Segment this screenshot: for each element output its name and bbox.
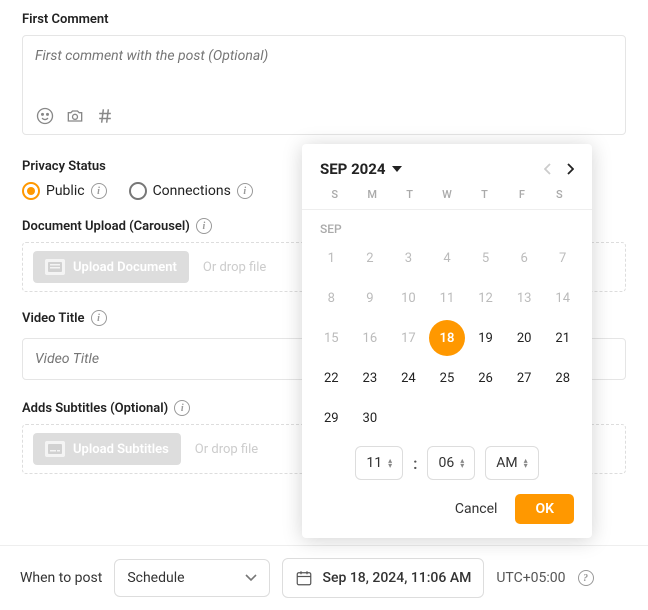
drop-hint: Or drop file — [203, 260, 266, 275]
calendar-day[interactable]: 25 — [429, 360, 465, 396]
caret-down-icon — [392, 166, 402, 172]
calendar-day[interactable]: 24 — [390, 360, 426, 396]
calendar-day[interactable]: 3 — [390, 240, 426, 276]
privacy-connections-radio[interactable]: Connections i — [129, 182, 253, 200]
upload-document-button[interactable]: Upload Document — [33, 251, 189, 283]
calendar-day[interactable]: 26 — [468, 360, 504, 396]
stepper-arrows-icon: ▴▾ — [460, 458, 464, 468]
calendar-dow-row: SMTWTFS — [302, 188, 592, 210]
hashtag-icon[interactable] — [95, 106, 115, 126]
calendar-day[interactable]: 29 — [313, 400, 349, 436]
help-icon[interactable]: ? — [578, 570, 594, 586]
datepicker-popover: SEP 2024 SMTWTFS SEP 1234567891011121314… — [302, 144, 592, 538]
calendar-day[interactable]: 4 — [429, 240, 465, 276]
document-icon — [45, 259, 65, 275]
camera-icon[interactable] — [65, 106, 85, 126]
calendar-dow: T — [391, 188, 428, 201]
ok-button[interactable]: OK — [515, 494, 574, 524]
stepper-arrows-icon: ▴▾ — [524, 458, 528, 468]
calendar-day[interactable]: 11 — [429, 280, 465, 316]
emoji-icon[interactable] — [35, 106, 55, 126]
meridiem-stepper[interactable]: AM ▴▾ — [485, 446, 538, 480]
calendar-day[interactable]: 17 — [390, 320, 426, 356]
scheduled-date-button[interactable]: Sep 18, 2024, 11:06 AM — [282, 558, 485, 598]
calendar-day[interactable]: 30 — [352, 400, 388, 436]
stepper-arrows-icon: ▴▾ — [388, 458, 392, 468]
calendar-day[interactable]: 15 — [313, 320, 349, 356]
calendar-day[interactable]: 9 — [352, 280, 388, 316]
calendar-day[interactable]: 7 — [545, 240, 581, 276]
calendar-day[interactable]: 20 — [506, 320, 542, 356]
calendar-day[interactable]: 1 — [313, 240, 349, 276]
calendar-day[interactable]: 19 — [468, 320, 504, 356]
timezone-label: UTC+05:00 — [496, 570, 565, 586]
upload-subtitles-button[interactable]: Upload Subtitles — [33, 433, 181, 465]
info-icon[interactable]: i — [91, 310, 107, 326]
info-icon[interactable]: i — [174, 400, 190, 416]
calendar-dow: F — [503, 188, 540, 201]
calendar-day[interactable]: 12 — [468, 280, 504, 316]
schedule-select[interactable]: Schedule — [114, 559, 269, 597]
calendar-day[interactable]: 18 — [429, 320, 465, 356]
calendar-day[interactable]: 28 — [545, 360, 581, 396]
calendar-dow: M — [353, 188, 390, 201]
calendar-day[interactable]: 5 — [468, 240, 504, 276]
next-month-button[interactable] — [566, 163, 574, 175]
first-comment-field-wrap — [22, 35, 626, 135]
calendar-day[interactable]: 21 — [545, 320, 581, 356]
calendar-day[interactable]: 10 — [390, 280, 426, 316]
bottom-bar: When to post Schedule Sep 18, 2024, 11:0… — [0, 545, 648, 610]
calendar-day[interactable]: 13 — [506, 280, 542, 316]
info-icon[interactable]: i — [196, 218, 212, 234]
calendar-day[interactable]: 16 — [352, 320, 388, 356]
minute-stepper[interactable]: 06 ▴▾ — [427, 446, 475, 480]
subtitles-icon — [45, 441, 65, 457]
cancel-button[interactable]: Cancel — [455, 501, 498, 517]
privacy-public-label: Public — [46, 183, 85, 199]
privacy-connections-label: Connections — [153, 183, 231, 199]
when-to-post-label: When to post — [20, 570, 102, 586]
chevron-down-icon — [245, 574, 257, 582]
calendar-day[interactable]: 8 — [313, 280, 349, 316]
calendar-dow: W — [428, 188, 465, 201]
calendar-dow: S — [316, 188, 353, 201]
calendar-day[interactable]: 27 — [506, 360, 542, 396]
info-icon[interactable]: i — [237, 183, 253, 199]
calendar-day[interactable]: 22 — [313, 360, 349, 396]
calendar-dow: S — [541, 188, 578, 201]
first-comment-input[interactable] — [35, 48, 613, 104]
prev-month-button[interactable] — [544, 163, 552, 175]
time-colon: : — [413, 454, 417, 473]
first-comment-label: First Comment — [22, 12, 626, 27]
calendar-dow: T — [466, 188, 503, 201]
calendar-icon — [295, 569, 313, 587]
drop-hint: Or drop file — [195, 442, 258, 457]
privacy-public-radio[interactable]: Public i — [22, 182, 107, 200]
calendar-day[interactable]: 14 — [545, 280, 581, 316]
calendar-month-short: SEP — [302, 210, 592, 240]
info-icon[interactable]: i — [91, 183, 107, 199]
month-year-selector[interactable]: SEP 2024 — [320, 160, 402, 178]
calendar-day[interactable]: 2 — [352, 240, 388, 276]
hour-stepper[interactable]: 11 ▴▾ — [355, 446, 403, 480]
calendar-day[interactable]: 23 — [352, 360, 388, 396]
calendar-day[interactable]: 6 — [506, 240, 542, 276]
